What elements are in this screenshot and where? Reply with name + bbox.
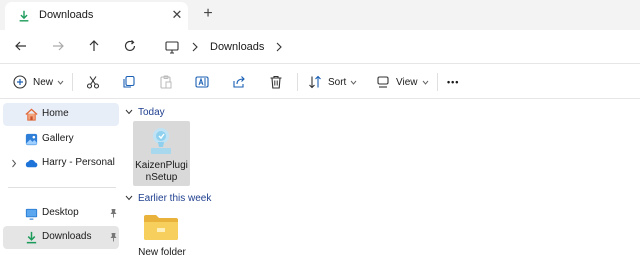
folder-icon xyxy=(144,215,178,240)
paste-button[interactable] xyxy=(158,73,174,91)
divider xyxy=(72,73,73,91)
sort-button[interactable]: Sort xyxy=(307,73,357,91)
forward-arrow-icon[interactable] xyxy=(50,38,66,54)
sidebar-item-desktop[interactable]: Desktop xyxy=(3,202,119,225)
tab-bar: Downloads ✕ + xyxy=(0,0,640,30)
more-options-icon: ••• xyxy=(447,77,460,87)
close-tab-icon[interactable]: ✕ xyxy=(171,8,183,22)
sidebar-divider xyxy=(8,187,116,188)
address-path-downloads[interactable]: Downloads xyxy=(210,41,264,53)
pin-icon xyxy=(110,209,117,218)
sidebar-item-downloads[interactable]: Downloads xyxy=(3,226,119,249)
navigation-bar: Downloads xyxy=(0,30,640,63)
share-button[interactable] xyxy=(231,73,247,91)
group-header-today[interactable]: Today xyxy=(125,105,165,119)
sidebar-item-home[interactable]: Home xyxy=(3,103,119,126)
onedrive-icon xyxy=(25,159,38,168)
chevron-down-icon xyxy=(125,195,133,201)
group-title: Earlier this week xyxy=(138,192,212,204)
new-label: New xyxy=(33,76,54,88)
file-list: Today KaizenPluginSetup Earlier this wee… xyxy=(120,99,640,255)
cut-button[interactable] xyxy=(85,73,101,91)
scissors-icon xyxy=(86,76,100,89)
copy-icon xyxy=(123,75,135,88)
new-tab-button[interactable]: + xyxy=(201,6,215,22)
rename-icon xyxy=(195,76,209,88)
back-arrow-icon[interactable] xyxy=(13,38,29,54)
sort-icon xyxy=(309,75,321,89)
sidebar-item-label: Harry - Personal xyxy=(42,157,115,168)
trash-icon xyxy=(270,75,282,89)
file-name: KaizenPluginSetup xyxy=(135,160,188,183)
sort-label: Sort xyxy=(328,76,347,88)
sidebar-item-label: Downloads xyxy=(42,231,92,242)
chevron-right-icon[interactable] xyxy=(11,159,17,168)
chevron-right-icon[interactable] xyxy=(190,41,200,53)
this-pc-icon[interactable] xyxy=(164,39,180,55)
paste-icon xyxy=(160,75,172,89)
share-icon xyxy=(233,76,245,88)
divider xyxy=(297,73,298,91)
installer-icon xyxy=(151,128,171,154)
navigation-pane: Home Gallery Harry - Personal Desktop Do… xyxy=(0,99,120,255)
download-icon xyxy=(19,10,29,22)
desktop-icon xyxy=(25,208,38,220)
see-more-button[interactable]: ••• xyxy=(447,73,459,91)
pin-icon xyxy=(110,233,117,242)
up-arrow-icon[interactable] xyxy=(86,38,102,54)
tab-title: Downloads xyxy=(39,9,94,21)
folder-item[interactable]: New folder xyxy=(133,211,190,255)
command-bar: New Sort View ••• xyxy=(0,63,640,99)
sidebar-item-gallery[interactable]: Gallery xyxy=(3,128,119,151)
view-label: View xyxy=(396,76,418,88)
file-item[interactable]: KaizenPluginSetup xyxy=(133,121,190,186)
plus-circle-icon xyxy=(13,75,27,89)
sidebar-item-label: Home xyxy=(42,108,69,119)
home-icon xyxy=(25,108,38,121)
group-header-earlier-this-week[interactable]: Earlier this week xyxy=(125,191,211,205)
download-icon xyxy=(26,231,37,244)
delete-button[interactable] xyxy=(268,73,284,91)
sidebar-item-label: Desktop xyxy=(42,207,79,218)
chevron-right-icon[interactable] xyxy=(274,41,284,53)
chevron-down-icon xyxy=(422,80,428,85)
copy-button[interactable] xyxy=(121,73,137,91)
chevron-down-icon xyxy=(57,80,64,85)
tab-downloads[interactable]: Downloads ✕ xyxy=(5,2,188,30)
divider xyxy=(437,73,438,91)
sidebar-item-label: Gallery xyxy=(42,133,74,144)
refresh-icon[interactable] xyxy=(122,38,138,54)
new-button[interactable]: New xyxy=(12,73,64,91)
gallery-icon xyxy=(25,133,38,146)
view-button[interactable]: View xyxy=(375,73,429,91)
file-name: New folder xyxy=(138,247,186,255)
view-icon xyxy=(377,76,389,88)
rename-button[interactable] xyxy=(194,73,210,91)
group-title: Today xyxy=(138,106,165,118)
sidebar-item-onedrive[interactable]: Harry - Personal xyxy=(3,152,119,175)
address-bar[interactable]: Downloads xyxy=(155,33,640,61)
chevron-down-icon xyxy=(350,80,357,85)
chevron-down-icon xyxy=(125,109,133,115)
